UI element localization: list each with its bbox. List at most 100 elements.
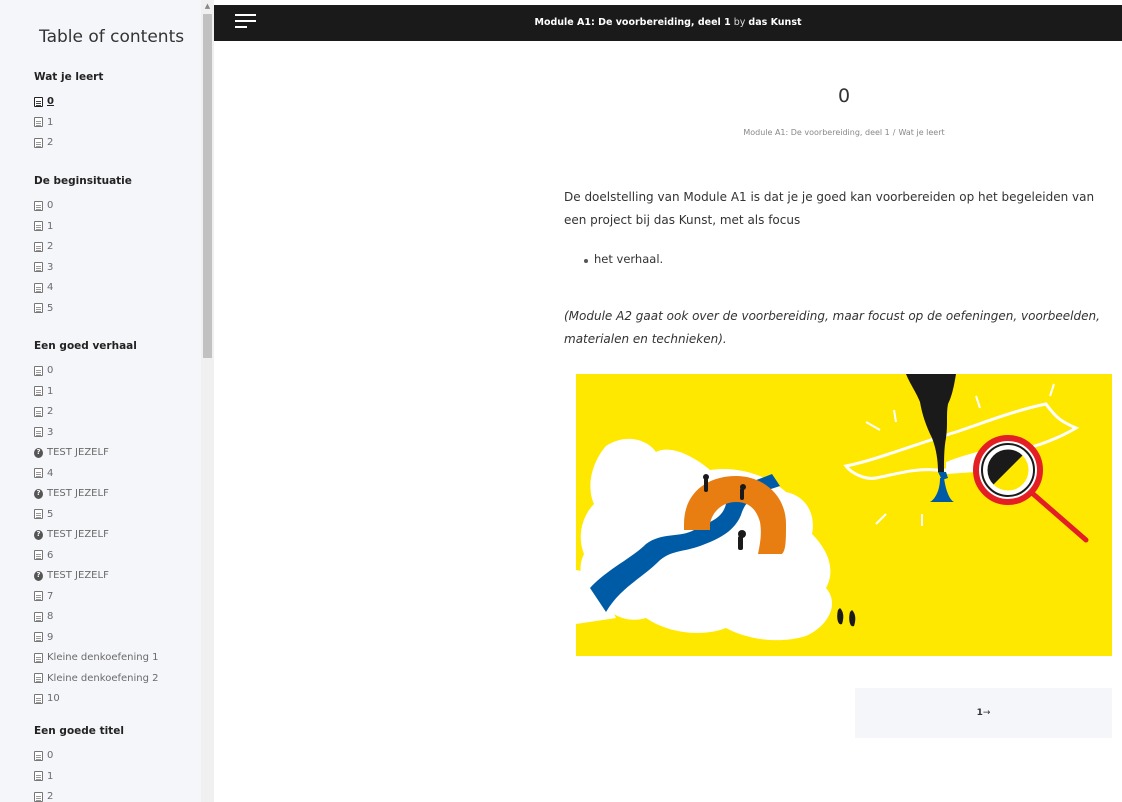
toc-item-label: Kleine denkoefening 2 xyxy=(47,672,159,684)
scrollbar-thumb[interactable] xyxy=(203,14,212,358)
toc-item[interactable]: 6 xyxy=(34,550,53,561)
document-icon xyxy=(34,791,43,802)
document-icon xyxy=(34,611,43,622)
toc-item[interactable]: 0 xyxy=(34,200,53,211)
toc-item-label: 0 xyxy=(47,96,54,107)
breadcrumb-parent[interactable]: Module A1: De voorbereiding, deel 1 xyxy=(743,128,889,137)
toc-item[interactable]: 2 xyxy=(34,241,53,252)
toc-title: Table of contents xyxy=(39,27,185,47)
document-icon xyxy=(34,652,43,663)
toc-item[interactable]: 1 xyxy=(34,221,53,232)
toc-item-label: TEST JEZELF xyxy=(47,488,109,499)
toc-item[interactable]: 2 xyxy=(34,791,53,802)
toc-item[interactable]: ? TEST JEZELF xyxy=(34,488,109,499)
toc-item-label: 1 xyxy=(47,385,54,397)
toc-item[interactable]: 0 xyxy=(34,365,53,376)
toc-item-label: 4 xyxy=(47,467,54,479)
toc-item[interactable]: ? TEST JEZELF xyxy=(34,570,109,581)
toc-item[interactable]: 1 xyxy=(34,117,53,128)
toc-item[interactable]: ? TEST JEZELF xyxy=(34,447,109,458)
document-icon xyxy=(34,365,43,376)
toc-item[interactable]: 0 xyxy=(34,750,53,761)
toc-item[interactable]: 5 xyxy=(34,509,53,520)
toc-item[interactable]: 0 xyxy=(34,96,54,107)
toc-item[interactable]: 1 xyxy=(34,771,53,782)
module-title: Module A1: De voorbereiding, deel 1 xyxy=(534,17,731,28)
toc-item-label: 1 xyxy=(47,770,54,782)
toc-item-label: 1 xyxy=(47,220,54,232)
toc-item-label: 6 xyxy=(47,549,54,561)
toc-item[interactable]: Kleine denkoefening 2 xyxy=(34,673,159,684)
document-icon xyxy=(34,468,43,478)
toc-item-label: 4 xyxy=(47,282,54,293)
toc-item[interactable]: 5 xyxy=(34,303,53,314)
arrow-right-icon: → xyxy=(982,708,991,718)
toc-item[interactable]: 2 xyxy=(34,137,53,148)
scroll-up-arrow-icon[interactable]: ▲ xyxy=(201,0,214,13)
toc-item[interactable]: ? TEST JEZELF xyxy=(34,529,109,540)
document-icon xyxy=(34,96,43,107)
author-link[interactable]: das Kunst xyxy=(748,17,801,28)
document-icon xyxy=(34,241,43,252)
toc-item[interactable]: 2 xyxy=(34,406,53,417)
top-bar: Module A1: De voorbereiding, deel 1 by d… xyxy=(214,5,1122,41)
note-paragraph: (Module A2 gaat ook over de voorbereidin… xyxy=(564,309,1100,346)
page-title: 0 xyxy=(837,85,851,107)
toc-section-heading: Een goed verhaal xyxy=(34,340,137,352)
toc-item[interactable]: 10 xyxy=(34,693,60,704)
document-icon xyxy=(34,509,43,519)
document-icon xyxy=(34,303,43,313)
toc-item-label: 9 xyxy=(47,631,54,643)
toc-item-label: 8 xyxy=(47,611,54,622)
toc-item[interactable]: Kleine denkoefening 1 xyxy=(34,652,159,663)
document-icon xyxy=(34,427,43,437)
document-icon xyxy=(34,117,43,127)
toc-item-label: 7 xyxy=(47,590,54,602)
toc-item-label: 0 xyxy=(47,200,54,211)
module-illustration xyxy=(576,374,1112,656)
toc-item-label: 2 xyxy=(47,241,54,252)
toc-item-label: TEST JEZELF xyxy=(47,570,109,581)
intro-paragraph: De doelstelling van Module A1 is dat je … xyxy=(564,190,1095,227)
toc-item[interactable]: 9 xyxy=(34,632,53,643)
toc-item-label: 0 xyxy=(47,365,54,376)
document-icon xyxy=(34,632,43,642)
sidebar-scrollbar[interactable]: ▲ xyxy=(201,0,214,802)
toc-item-label: 5 xyxy=(47,302,54,314)
document-icon xyxy=(34,693,43,704)
toc-item-label: 0 xyxy=(47,750,54,761)
document-icon xyxy=(34,137,43,148)
toc-section-heading: De beginsituatie xyxy=(34,175,132,187)
document-icon xyxy=(34,771,43,781)
document-icon xyxy=(34,262,43,272)
toc-item[interactable]: 3 xyxy=(34,262,53,273)
focus-bullet-item: het verhaal. xyxy=(583,252,664,266)
toc-item[interactable]: 1 xyxy=(34,386,53,397)
document-icon xyxy=(34,750,43,761)
question-icon: ? xyxy=(34,488,43,499)
toc-section-heading: Een goede titel xyxy=(34,725,124,737)
next-page-button[interactable]: 1→ xyxy=(855,688,1112,738)
toc-item-label: 5 xyxy=(47,508,54,520)
document-icon xyxy=(34,221,43,231)
by-label: by xyxy=(733,17,746,28)
document-icon xyxy=(34,591,43,601)
breadcrumb: Module A1: De voorbereiding, deel 1/Wat … xyxy=(576,128,1112,137)
document-icon xyxy=(34,282,43,293)
breadcrumb-separator: / xyxy=(892,128,896,137)
toc-item[interactable]: 8 xyxy=(34,611,53,622)
breadcrumb-current[interactable]: Wat je leert xyxy=(898,128,944,137)
question-icon: ? xyxy=(34,570,43,581)
toc-item-label: 3 xyxy=(47,426,54,438)
toc-item-label: 1 xyxy=(47,116,54,128)
question-icon: ? xyxy=(34,529,43,540)
toc-item[interactable]: 7 xyxy=(34,591,53,602)
toc-item-label: 2 xyxy=(47,406,54,417)
book-title: Module A1: De voorbereiding, deel 1 by d… xyxy=(214,17,1122,28)
toc-item[interactable]: 4 xyxy=(34,282,53,293)
toc-item-label: 3 xyxy=(47,261,54,273)
document-icon xyxy=(34,406,43,417)
toc-item[interactable]: 4 xyxy=(34,468,53,479)
toc-item[interactable]: 3 xyxy=(34,427,53,438)
table-of-contents-sidebar: Table of contents Wat je leert 0 1 2 De begi… xyxy=(0,0,214,802)
